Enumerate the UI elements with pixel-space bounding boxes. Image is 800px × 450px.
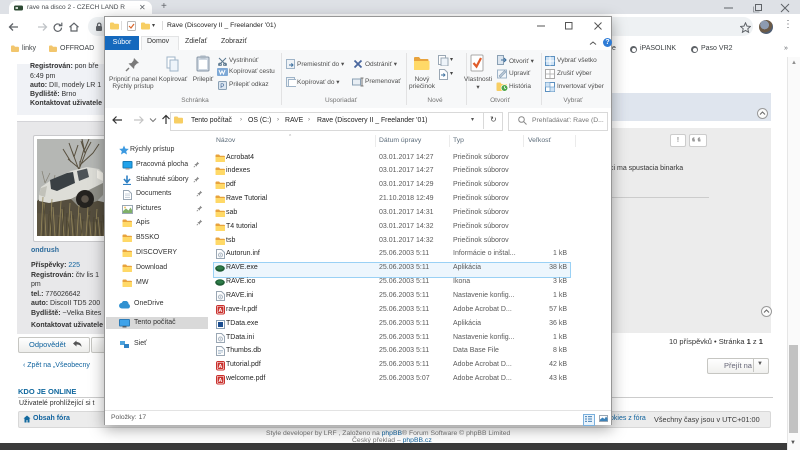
svg-text:A: A — [218, 308, 222, 314]
svg-text:A: A — [218, 378, 222, 384]
svg-text:A: A — [218, 364, 222, 370]
